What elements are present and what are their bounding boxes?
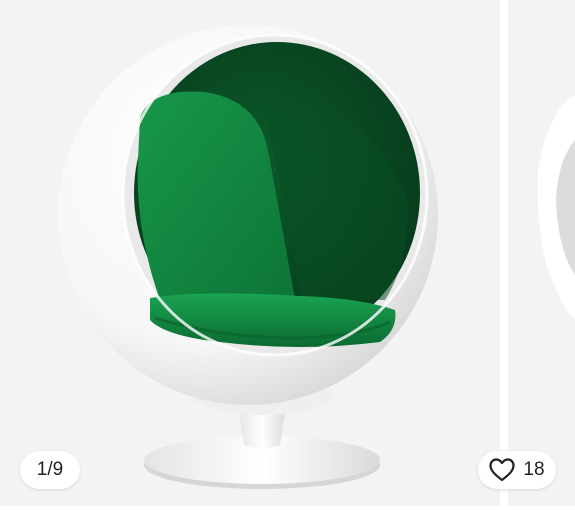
- heart-icon: [489, 458, 516, 482]
- next-product-image-preview: [537, 95, 575, 320]
- favorite-count: 18: [523, 459, 545, 480]
- ball-chair-image: [58, 25, 438, 489]
- image-gallery[interactable]: 1/9 18: [0, 0, 575, 510]
- image-counter-text: 1/9: [36, 459, 64, 480]
- favorite-button[interactable]: 18: [478, 451, 556, 489]
- image-counter: 1/9: [20, 451, 80, 489]
- gallery-slide-current[interactable]: 1/9: [0, 0, 500, 506]
- gallery-slide-next[interactable]: [508, 0, 575, 506]
